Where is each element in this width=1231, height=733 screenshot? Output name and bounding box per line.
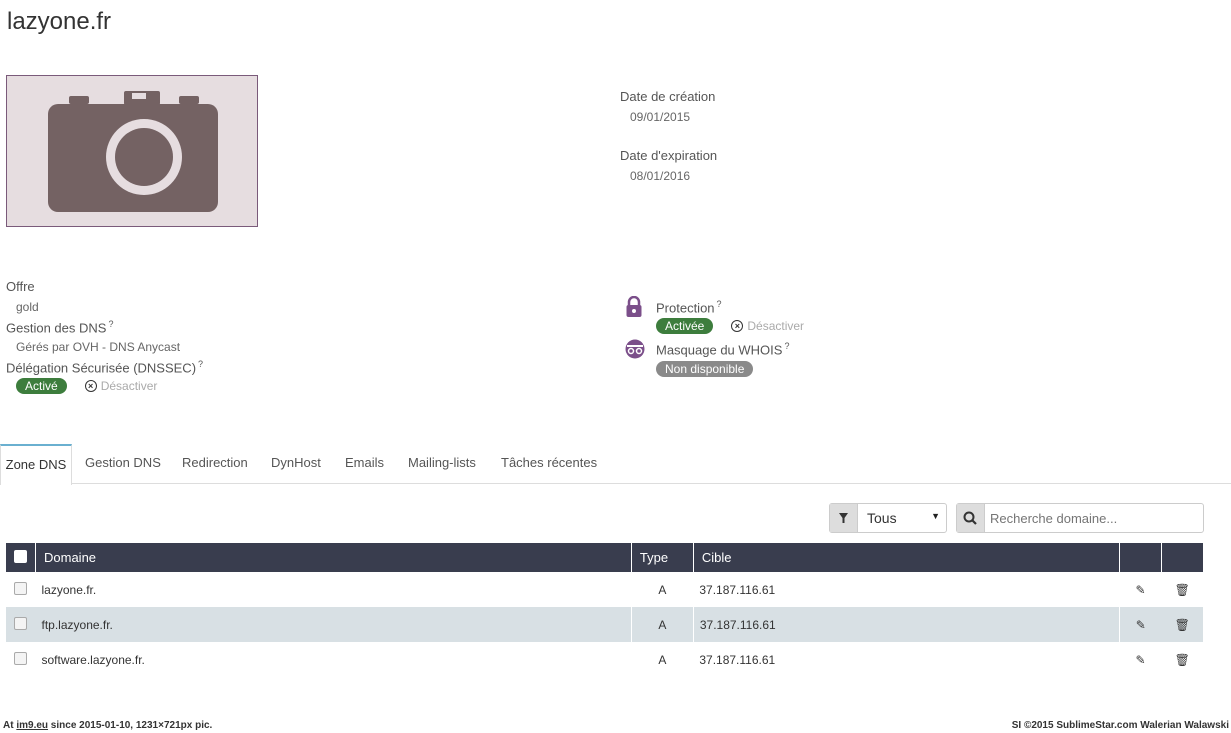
help-icon[interactable]: ? [198, 359, 203, 369]
select-all-checkbox[interactable] [14, 549, 27, 563]
type-filter-select[interactable]: Tous ▼ [829, 503, 947, 533]
protection-deactivate-label: Désactiver [747, 319, 805, 333]
filter-icon [830, 504, 858, 532]
search-icon [957, 504, 985, 532]
footer-left-prefix: At [3, 720, 17, 731]
select-all-header [6, 543, 36, 572]
dnssec-text: Délégation Sécurisée (DNSSEC) [6, 360, 197, 376]
domain-image-placeholder [6, 75, 258, 227]
row-type: A [658, 652, 667, 667]
footer-left: At im9.eu since 2015-01-10, 1231×721px p… [3, 720, 212, 731]
creation-date-value: 09/01/2015 [630, 110, 691, 124]
dnssec-label: Délégation Sécurisée (DNSSEC)? [6, 359, 203, 375]
row-domain: lazyone.fr. [41, 582, 97, 597]
row-domain: ftp.lazyone.fr. [35, 607, 632, 642]
row-checkbox[interactable] [14, 651, 27, 665]
domain-search-input[interactable] [985, 504, 1205, 532]
row-target: 37.187.116.61 [693, 607, 1121, 642]
dnssec-status-row: Activé × Désactiver [16, 378, 157, 394]
row-checkbox[interactable] [14, 581, 27, 595]
incognito-icon [624, 339, 646, 364]
filter-selected-value: Tous [867, 510, 897, 526]
protection-label: Protection? [656, 299, 722, 315]
row-checkbox[interactable] [14, 616, 27, 630]
row-select-cell [6, 607, 36, 642]
domain-title: lazyone.fr [7, 8, 112, 35]
column-delete [1162, 543, 1203, 572]
trash-icon[interactable]: 🗑 [1162, 607, 1203, 642]
whois-label: Masquage du WHOIS? [656, 341, 789, 357]
offer-value: gold [16, 300, 39, 314]
tab-recent-tasks[interactable]: Tâches récentes [501, 444, 597, 482]
row-target: 37.187.116.61 [699, 582, 776, 597]
help-icon[interactable]: ? [784, 341, 789, 351]
protection-deactivate-link[interactable]: × Désactiver [731, 319, 804, 333]
close-circle-icon: × [731, 320, 744, 332]
row-domain: software.lazyone.fr. [41, 652, 145, 667]
help-icon[interactable]: ? [717, 299, 722, 309]
trash-icon[interactable]: 🗑 [1162, 642, 1203, 677]
column-domain[interactable]: Domaine [35, 543, 632, 572]
pencil-icon[interactable]: ✎ [1120, 607, 1162, 642]
pencil-icon[interactable]: ✎ [1120, 572, 1162, 607]
tab-emails[interactable]: Emails [345, 444, 384, 482]
pencil-icon[interactable]: ✎ [1120, 642, 1162, 677]
footer-left-suffix: since 2015-01-10, 1231×721px pic. [48, 720, 213, 731]
expiration-date-label: Date d'expiration [620, 148, 718, 163]
tab-gestion-dns[interactable]: Gestion DNS [85, 444, 161, 482]
whois-status-badge: Non disponible [656, 361, 754, 377]
table-header-row: Domaine Type Cible [6, 543, 1203, 572]
column-type[interactable]: Type [631, 543, 694, 572]
lock-icon [626, 295, 642, 323]
protection-status-row: Activée × Désactiver [656, 318, 804, 334]
row-type: A [658, 582, 667, 597]
camera-icon [48, 91, 218, 212]
table-row: ftp.lazyone.fr. A 37.187.116.61 ✎ 🗑 [6, 607, 1203, 642]
footer-right: SI ©2015 SublimeStar.com Walerian Walaws… [1011, 720, 1229, 731]
row-select-cell [6, 572, 36, 607]
whois-text: Masquage du WHOIS [656, 342, 783, 358]
help-icon[interactable]: ? [108, 319, 113, 329]
tab-zone-dns[interactable]: Zone DNS [0, 444, 72, 485]
table-row: lazyone.fr. A 37.187.116.61 ✎ 🗑 [6, 572, 1203, 607]
dns-zone-table: Domaine Type Cible lazyone.fr. A 37.187.… [6, 543, 1203, 677]
column-target[interactable]: Cible [693, 543, 1121, 572]
dns-management-label: Gestion des DNS? [6, 319, 113, 335]
footer-link[interactable]: im9.eu [16, 720, 48, 731]
trash-icon[interactable]: 🗑 [1162, 572, 1203, 607]
tab-mailing-lists[interactable]: Mailing-lists [408, 444, 476, 482]
close-circle-icon: × [84, 380, 97, 392]
protection-text: Protection [656, 300, 715, 316]
dnssec-deactivate-link[interactable]: × Désactiver [84, 379, 158, 393]
tab-redirection[interactable]: Redirection [182, 444, 248, 482]
dnssec-deactivate-label: Désactiver [100, 379, 158, 393]
whois-status-row: Non disponible [656, 360, 754, 378]
creation-date-label: Date de création [620, 89, 716, 104]
dns-management-text: Gestion des DNS [6, 320, 107, 336]
domain-search-box [956, 503, 1205, 533]
protection-status-badge: Activée [656, 318, 714, 334]
offer-label: Offre [6, 279, 35, 294]
row-select-cell [6, 642, 36, 677]
table-row: software.lazyone.fr. A 37.187.116.61 ✎ 🗑 [6, 642, 1203, 677]
caret-down-icon: ▼ [931, 511, 940, 521]
tab-bar: Zone DNS Gestion DNS Redirection DynHost… [0, 444, 1231, 485]
dnssec-status-badge: Activé [16, 378, 67, 394]
row-type: A [631, 607, 694, 642]
expiration-date-value: 08/01/2016 [630, 169, 691, 183]
row-target: 37.187.116.61 [699, 652, 776, 667]
dns-management-value: Gérés par OVH - DNS Anycast [16, 340, 181, 354]
tab-dynhost[interactable]: DynHost [271, 444, 321, 482]
column-edit [1119, 543, 1163, 572]
